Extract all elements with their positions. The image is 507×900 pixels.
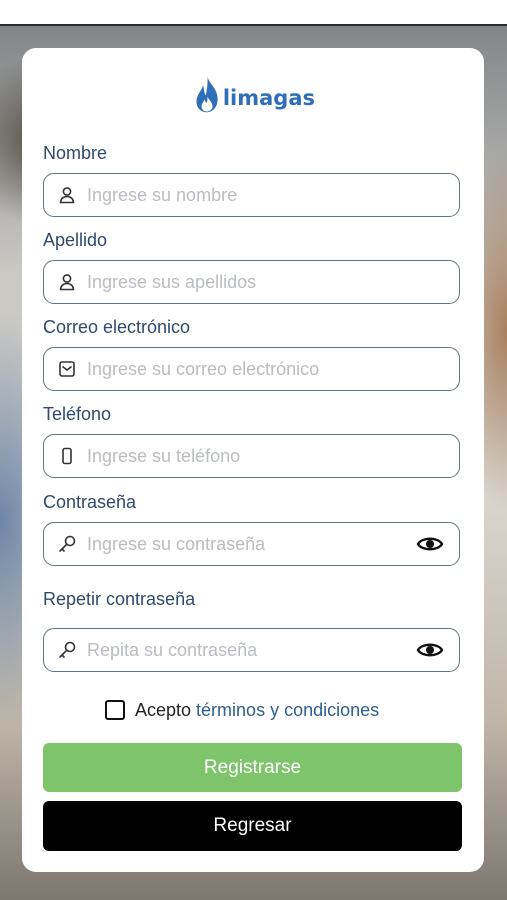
phone-field[interactable] xyxy=(43,434,460,478)
password-field[interactable] xyxy=(43,522,460,566)
phone-input[interactable] xyxy=(87,435,459,477)
back-button[interactable]: Regresar xyxy=(43,801,462,851)
flame-icon xyxy=(196,76,218,113)
email-input[interactable] xyxy=(87,348,459,390)
terms-prefix: Acepto xyxy=(135,699,192,720)
repeat-password-input[interactable] xyxy=(87,629,415,671)
user-icon xyxy=(57,272,77,292)
last-name-field[interactable] xyxy=(43,260,460,304)
email-icon xyxy=(57,359,77,379)
first-name-field[interactable] xyxy=(43,173,460,217)
register-button[interactable]: Registrarse xyxy=(43,743,462,792)
first-name-label: Nombre xyxy=(43,143,108,163)
email-field[interactable] xyxy=(43,347,460,391)
phone-icon xyxy=(57,446,77,466)
terms-link[interactable]: términos y condiciones xyxy=(196,700,379,721)
key-icon xyxy=(57,640,77,660)
last-name-label: Apellido xyxy=(43,230,108,250)
first-name-input[interactable] xyxy=(87,174,459,216)
last-name-input[interactable] xyxy=(87,261,459,303)
repeat-password-field[interactable] xyxy=(43,628,460,672)
eye-icon[interactable] xyxy=(415,533,445,555)
password-input[interactable] xyxy=(87,523,415,565)
brand-name: limagas xyxy=(222,86,315,110)
user-icon xyxy=(57,185,77,205)
eye-icon[interactable] xyxy=(415,639,445,661)
terms-row: Acepto términos y condiciones xyxy=(105,697,379,723)
terms-checkbox[interactable] xyxy=(105,700,125,720)
password-label: Contraseña xyxy=(43,492,137,512)
top-bar xyxy=(0,0,507,26)
key-icon xyxy=(57,534,77,554)
email-label: Correo electrónico xyxy=(43,317,191,337)
phone-label: Teléfono xyxy=(43,404,112,424)
repeat-password-label: Repetir contraseña xyxy=(43,589,196,609)
limagas-logo: limagas xyxy=(195,68,315,120)
